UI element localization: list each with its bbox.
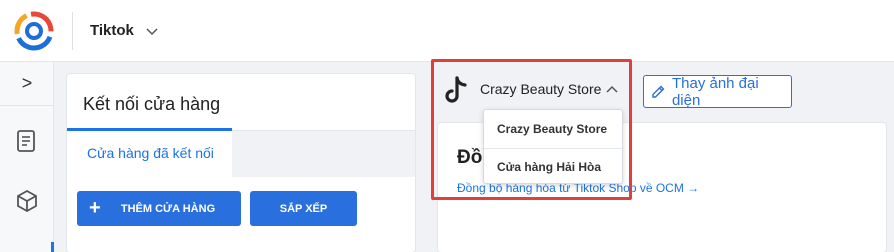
document-icon[interactable]	[14, 128, 40, 154]
store-option[interactable]: Crazy Beauty Store	[484, 110, 622, 147]
sort-button[interactable]: SẮP XẾP	[250, 191, 357, 226]
store-selector[interactable]: Crazy Beauty Store	[480, 81, 601, 97]
add-store-label: THÊM CỬA HÀNG	[120, 202, 216, 215]
tab-label: Cửa hàng đã kết nối	[87, 145, 214, 161]
store-connection-panel: Kết nối cửa hàng Cửa hàng đã kết nối + T…	[66, 73, 416, 252]
pencil-icon	[652, 85, 665, 98]
collapse-toggle-icon: >	[21, 73, 33, 93]
tiktok-icon	[445, 76, 467, 103]
change-avatar-label: Thay ảnh đại diện	[671, 74, 759, 109]
chevron-up-icon[interactable]	[606, 85, 618, 93]
top-bar: Tiktok	[0, 0, 894, 62]
plus-icon: +	[89, 197, 101, 219]
store-dropdown-menu: Crazy Beauty Store Cửa hàng Hải Hòa	[483, 109, 623, 184]
sidebar-toggle[interactable]: >	[0, 62, 54, 106]
sidebar: >	[0, 62, 54, 252]
app-logo-icon[interactable]	[14, 11, 54, 51]
tab-strip: Cửa hàng đã kết nối	[67, 131, 415, 177]
change-avatar-button[interactable]: Thay ảnh đại diện	[643, 74, 792, 109]
platform-selector[interactable]: Tiktok	[90, 22, 134, 39]
package-icon[interactable]	[14, 188, 40, 214]
add-store-button[interactable]: + THÊM CỬA HÀNG	[77, 191, 241, 226]
chevron-down-icon[interactable]	[146, 28, 158, 36]
sort-label: SẮP XẾP	[279, 202, 328, 215]
tab-connected-stores[interactable]: Cửa hàng đã kết nối	[67, 131, 232, 177]
panel-title: Kết nối cửa hàng	[83, 94, 221, 114]
header-divider	[72, 12, 73, 50]
store-option[interactable]: Cửa hàng Hải Hòa	[484, 148, 622, 185]
sidebar-active-indicator	[51, 242, 54, 252]
